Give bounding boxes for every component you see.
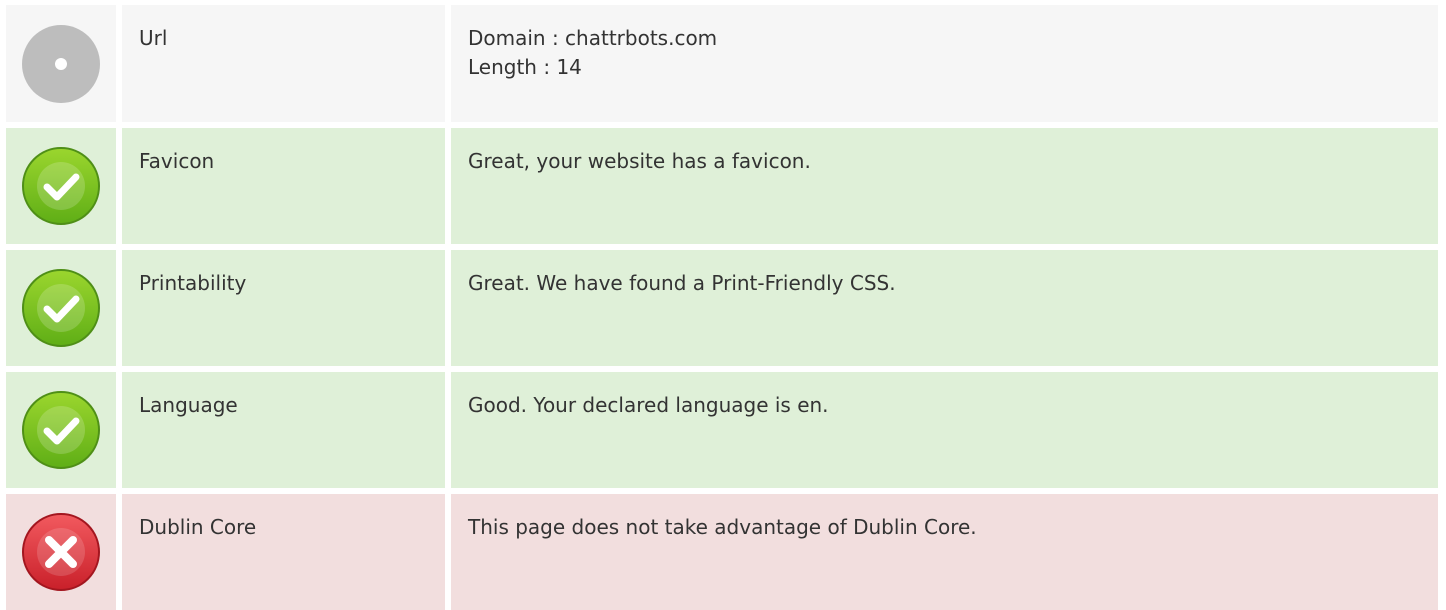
row-value: Domain : chattrbots.com Length : 14 [451, 5, 1438, 122]
cross-icon [20, 511, 102, 593]
value-line: Domain : chattrbots.com [468, 26, 718, 50]
status-cell [6, 5, 116, 122]
value-line: This page does not take advantage of Dub… [468, 515, 977, 539]
table-row-printability: Printability Great. We have found a Prin… [6, 250, 1438, 366]
table-row-url: Url Domain : chattrbots.com Length : 14 [6, 5, 1438, 122]
status-cell [6, 128, 116, 244]
check-icon [20, 267, 102, 349]
table-row-language: Language Good. Your declared language is… [6, 372, 1438, 488]
row-value: Great. We have found a Print-Friendly CS… [451, 250, 1438, 366]
table-row-dublin-core: Dublin Core This page does not take adva… [6, 494, 1438, 610]
check-icon [20, 145, 102, 227]
value-line: Good. Your declared language is en. [468, 393, 829, 417]
value-line: Length : 14 [468, 55, 582, 79]
status-cell [6, 494, 116, 610]
value-line: Great. We have found a Print-Friendly CS… [468, 271, 896, 295]
status-cell [6, 250, 116, 366]
row-value: Good. Your declared language is en. [451, 372, 1438, 488]
seo-report-table: Url Domain : chattrbots.com Length : 14 [6, 5, 1438, 610]
row-label: Url [122, 5, 445, 122]
row-label: Printability [122, 250, 445, 366]
status-cell [6, 372, 116, 488]
check-icon [20, 389, 102, 471]
value-line: Great, your website has a favicon. [468, 149, 811, 173]
row-label: Language [122, 372, 445, 488]
row-label: Favicon [122, 128, 445, 244]
table-row-favicon: Favicon Great, your website has a favico… [6, 128, 1438, 244]
info-dot-icon [20, 23, 102, 105]
row-value: This page does not take advantage of Dub… [451, 494, 1438, 610]
row-label: Dublin Core [122, 494, 445, 610]
row-value: Great, your website has a favicon. [451, 128, 1438, 244]
